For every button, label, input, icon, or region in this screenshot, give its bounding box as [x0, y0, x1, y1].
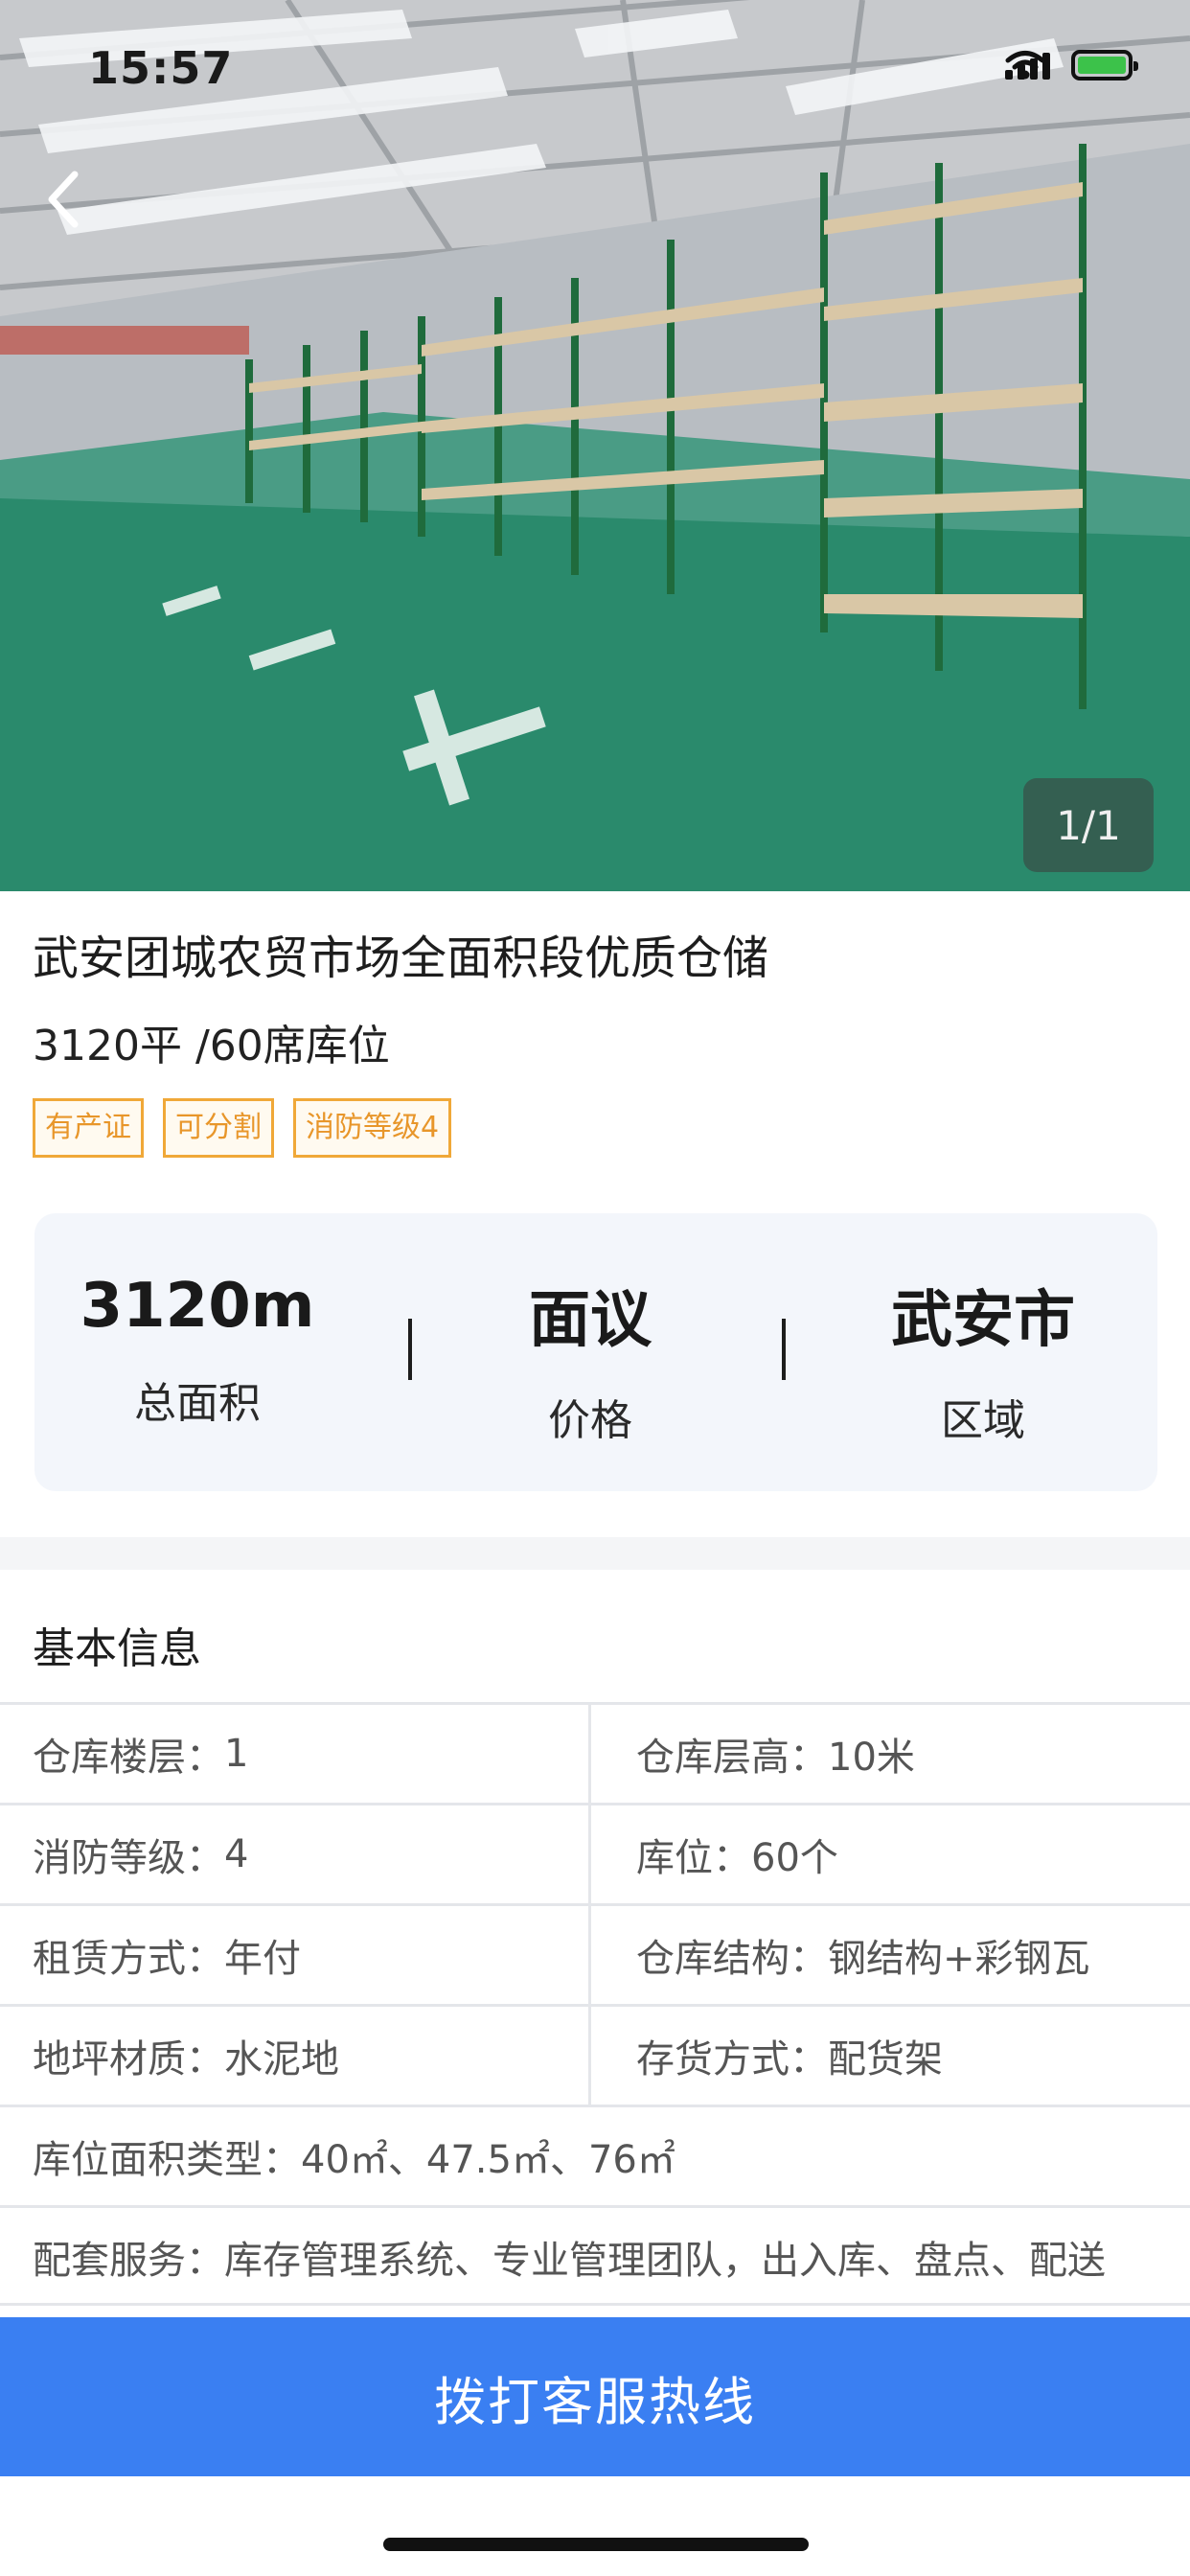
info-label: 仓库层高：: [636, 1736, 828, 1780]
info-value: 水泥地: [224, 2037, 339, 2082]
info-cell-slots: 库位： 60个: [636, 1806, 838, 1903]
info-value: 库存管理系统、专业管理团队，出入库、盘点、配送: [224, 2239, 1106, 2283]
info-cell-fire-level: 消防等级： 4: [33, 1806, 248, 1903]
stat-value: 3120m: [80, 1271, 315, 1342]
stat-region: 武安市 区域: [820, 1213, 1146, 1491]
photo-counter: 1/1: [1023, 778, 1154, 872]
info-cell-slot-area-types: 库位面积类型： 40㎡、47.5㎡、76㎡: [33, 2107, 675, 2205]
stat-value: 武安市: [891, 1285, 1075, 1356]
info-label: 库位面积类型：: [33, 2138, 301, 2182]
cell-divider: [588, 1906, 591, 2004]
info-cell-structure: 仓库结构： 钢结构+彩钢瓦: [636, 1906, 1090, 2004]
tag-fire-level: 消防等级4: [293, 1098, 452, 1158]
info-value: 配货架: [828, 2037, 943, 2082]
info-cell-floor-material: 地坪材质： 水泥地: [33, 2007, 339, 2104]
info-cell-storage-method: 存货方式： 配货架: [636, 2007, 943, 2104]
stats-divider: [408, 1319, 412, 1380]
info-label: 消防等级：: [33, 1836, 224, 1880]
warehouse-photo[interactable]: 15:57 1/1: [0, 0, 1190, 891]
info-label: 租赁方式：: [33, 1937, 224, 1981]
info-cell-floor: 仓库楼层： 1: [33, 1705, 248, 1803]
stat-label: 总面积: [134, 1379, 261, 1428]
info-label: 存货方式：: [636, 2037, 828, 2082]
listing-title: 武安团城农贸市场全面积段优质仓储: [33, 932, 769, 985]
status-time: 15:57: [88, 42, 234, 94]
call-hotline-button[interactable]: 拨打客服热线: [0, 2317, 1190, 2476]
info-value: 60个: [751, 1836, 838, 1880]
table-row: 仓库楼层： 1 仓库层高： 10米: [0, 1702, 1190, 1803]
listing-subtitle: 3120平 /60席库位: [33, 1022, 390, 1070]
info-value: 10米: [828, 1736, 915, 1780]
home-indicator[interactable]: [383, 2538, 809, 2551]
info-cell-height: 仓库层高： 10米: [636, 1705, 915, 1803]
info-label: 仓库楼层：: [33, 1736, 224, 1780]
basic-info-title: 基本信息: [33, 1624, 201, 1673]
cell-divider: [588, 1806, 591, 1903]
info-label: 库位：: [636, 1836, 751, 1880]
chevron-left-icon: [48, 171, 79, 228]
stat-total-area: 3120m 总面积: [34, 1213, 360, 1491]
stat-label: 区域: [941, 1396, 1025, 1445]
status-icons: [1005, 50, 1138, 80]
stat-price: 面议 价格: [446, 1213, 734, 1491]
table-row: 消防等级： 4 库位： 60个: [0, 1803, 1190, 1903]
table-row: 租赁方式： 年付 仓库结构： 钢结构+彩钢瓦: [0, 1903, 1190, 2004]
table-row: 库位面积类型： 40㎡、47.5㎡、76㎡: [0, 2104, 1190, 2205]
stat-label: 价格: [548, 1396, 632, 1445]
stat-value: 面议: [529, 1285, 652, 1356]
table-row: 配套服务： 库存管理系统、专业管理团队，出入库、盘点、配送: [0, 2205, 1190, 2306]
section-separator: [0, 1537, 1190, 1570]
info-label: 仓库结构：: [636, 1937, 828, 1981]
cell-divider: [588, 1705, 591, 1803]
stats-divider: [782, 1319, 786, 1380]
info-value: 40㎡、47.5㎡、76㎡: [301, 2138, 675, 2182]
stats-card: 3120m 总面积 面议 价格 武安市 区域: [34, 1213, 1157, 1491]
info-value: 钢结构+彩钢瓦: [828, 1937, 1090, 1981]
tag-list: 有产证 可分割 消防等级4: [33, 1098, 452, 1158]
info-cell-lease: 租赁方式： 年付: [33, 1906, 301, 2004]
info-value: 年付: [224, 1937, 301, 1981]
back-button[interactable]: [36, 165, 94, 234]
info-label: 配套服务：: [33, 2239, 224, 2283]
info-label: 地坪材质：: [33, 2037, 224, 2082]
info-value: 1: [224, 1732, 249, 1776]
info-value: 4: [224, 1832, 249, 1876]
wifi-icon: [1005, 51, 1045, 80]
table-row: 地坪材质： 水泥地 存货方式： 配货架: [0, 2004, 1190, 2104]
battery-charging-icon: [1071, 50, 1138, 80]
cell-divider: [588, 2007, 591, 2104]
warehouse-photo-illustration: [0, 0, 1190, 891]
tag-certificate: 有产证: [33, 1098, 144, 1158]
tag-divisible: 可分割: [163, 1098, 274, 1158]
info-cell-services: 配套服务： 库存管理系统、专业管理团队，出入库、盘点、配送: [33, 2208, 1106, 2306]
